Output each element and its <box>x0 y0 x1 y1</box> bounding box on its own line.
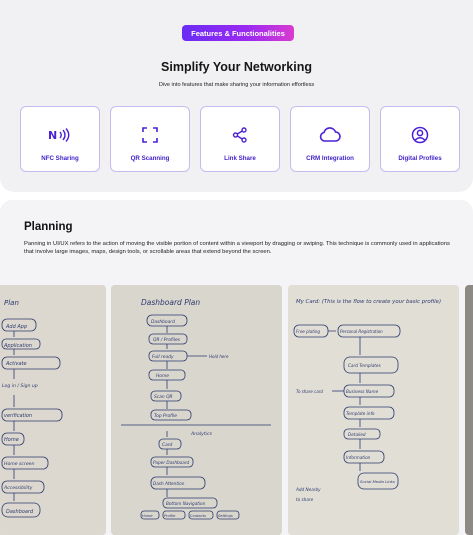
sketch-carousel[interactable]: Plan Add App Application Activate Log in… <box>0 285 473 535</box>
sketch-2-text-13: Profile <box>164 514 176 518</box>
nfc-icon: N <box>21 125 99 145</box>
sketch-photo-3[interactable]: My Card: (This is the flow to create you… <box>288 285 459 535</box>
sketch-2-text-10: Dash Attention <box>153 481 185 486</box>
sketch-1-text-8: Accessibility <box>3 485 33 491</box>
sketch-3-heading: My Card: (This is the flow to create you… <box>296 299 441 305</box>
sketch-3-text-1: Personal Registration <box>340 329 383 334</box>
sketch-2-heading: Dashboard Plan <box>141 298 200 307</box>
feature-card-label: QR Scanning <box>130 155 170 162</box>
feature-card-link-share[interactable]: Link Share <box>200 106 280 172</box>
sketch-2-text-9: Paper Dashboard <box>153 460 190 465</box>
sketch-3-drawing: My Card: (This is the flow to create you… <box>288 285 459 535</box>
sketch-1-text-0: Plan <box>4 299 19 307</box>
sketch-1-text-5: verification <box>4 413 32 419</box>
sketch-1-text-1: Add App <box>5 324 27 330</box>
profile-icon <box>381 125 459 145</box>
sketch-photo-2[interactable]: Dashboard Plan Dashboard QR / Profiles F… <box>111 285 282 535</box>
features-section: Features & Functionalities Simplify Your… <box>0 0 473 192</box>
feature-card-nfc-sharing[interactable]: N NFC Sharing <box>20 106 100 172</box>
svg-text:N: N <box>48 129 57 142</box>
sketch-3-text-2: Card Templates <box>348 363 382 368</box>
sketch-2-text-14: Contacts <box>190 514 206 518</box>
share-icon <box>201 125 279 145</box>
sketch-2-text-6: Top Profile <box>154 413 177 419</box>
sketch-2-text-1: QR / Profiles <box>153 337 181 343</box>
sketch-2-text-0: Dashboard <box>151 319 175 325</box>
sketch-3-text-8: Social Media Links <box>360 479 395 484</box>
sketch-3-text-7: Information <box>346 455 371 460</box>
features-title: Simplify Your Networking <box>161 60 312 74</box>
sketch-1-drawing: Plan Add App Application Activate Log in… <box>0 285 106 535</box>
sketch-1-text-6: Home <box>4 437 19 443</box>
sketch-2-text-15: Settings <box>218 514 233 518</box>
sketch-3-text-4: Business Name <box>346 389 379 394</box>
sketch-photo-1[interactable]: Plan Add App Application Activate Log in… <box>0 285 106 535</box>
sketch-2-text-2: Full ready <box>152 354 174 360</box>
feature-card-crm-integration[interactable]: CRM Integration <box>290 106 370 172</box>
feature-card-list: N NFC Sharing QR Scanning Link Share CRM… <box>20 106 460 172</box>
sketch-3-text-6: Detailed <box>348 432 366 437</box>
sketch-3-text-10: to share <box>296 497 314 502</box>
sketch-1-text-7: Home screen <box>4 461 34 467</box>
sketch-photo-4[interactable] <box>465 285 473 535</box>
cloud-icon <box>291 125 369 145</box>
planning-title: Planning <box>24 221 73 233</box>
features-subtitle: Dive into features that make sharing you… <box>158 82 315 88</box>
feature-card-label: Link Share <box>224 155 256 162</box>
features-badge: Features & Functionalities <box>182 25 294 41</box>
sketch-2-text-5: Scan QR <box>154 394 173 400</box>
sketch-1-text-4: Log in / Sign up <box>2 383 38 389</box>
sketch-2-text-7: Analytics <box>190 431 212 437</box>
sketch-2-text-8: Card <box>162 442 173 448</box>
sketch-2-drawing: Dashboard Plan Dashboard QR / Profiles F… <box>111 285 282 535</box>
sketch-2-text-3: Hold here <box>209 354 229 359</box>
planning-description: Panning in UI/UX refers to the action of… <box>24 241 450 256</box>
feature-card-label: NFC Sharing <box>41 155 79 162</box>
sketch-2-text-4: Home <box>156 373 169 379</box>
sketch-3-text-5: Template info <box>346 411 375 416</box>
sketch-1-text-2: Application <box>3 343 32 349</box>
feature-card-label: Digital Profiles <box>398 155 442 162</box>
sketch-1-text-9: Dashboard <box>6 509 34 515</box>
sketch-2-text-11: Bottom Navigation <box>166 501 206 506</box>
feature-card-qr-scanning[interactable]: QR Scanning <box>110 106 190 172</box>
feature-card-label: CRM Integration <box>306 155 354 162</box>
feature-card-digital-profiles[interactable]: Digital Profiles <box>380 106 460 172</box>
sketch-2-text-12: Home <box>142 514 153 518</box>
planning-section: Planning Panning in UI/UX refers to the … <box>0 200 473 535</box>
sketch-3-text-9: Add Nearby <box>295 487 321 492</box>
sketch-1-text-3: Activate <box>5 361 27 367</box>
sketch-3-text-3: To share card <box>296 389 323 394</box>
sketch-3-text-0: Free plating <box>296 329 320 334</box>
qr-scan-icon <box>111 125 189 145</box>
